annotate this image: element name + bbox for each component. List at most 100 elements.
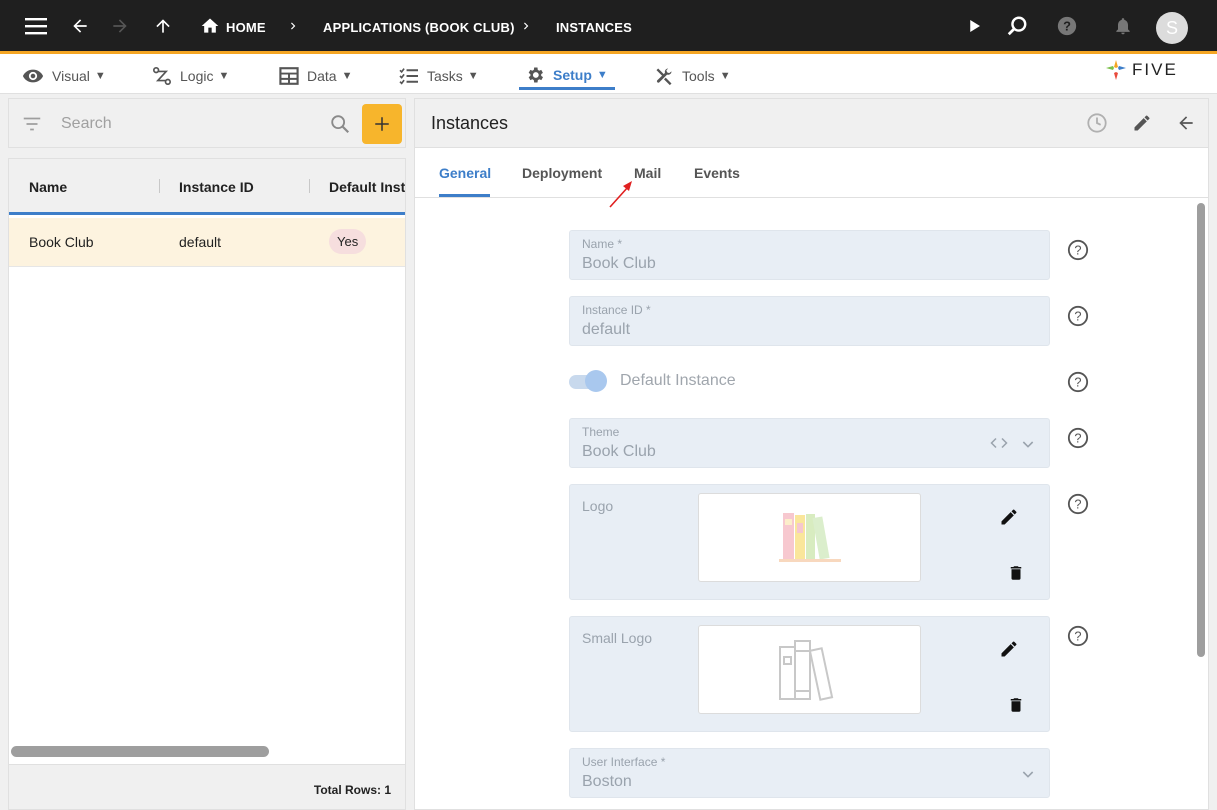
instance-id-field-label: Instance ID * [582,303,651,317]
up-arrow-icon[interactable] [151,14,175,38]
instance-id-field-value: default [582,321,631,338]
user-interface-select[interactable]: User Interface * Boston [569,748,1050,798]
edit-pencil-icon[interactable] [1130,111,1154,135]
toggle-knob[interactable] [585,370,607,392]
search-inspect-icon[interactable] [1005,14,1029,38]
menu-visual[interactable]: Visual ▼ [22,62,106,90]
help-circle-icon[interactable]: ? [1067,427,1089,449]
help-circle-icon[interactable]: ? [1067,239,1089,261]
tools-icon [656,68,672,86]
five-logo: FIVE [1104,58,1178,82]
small-logo-field-label: Small Logo [582,630,653,646]
menu-tasks[interactable]: Tasks ▼ [399,62,479,90]
menu-data-label: Data [307,68,337,84]
total-rows: Total Rows: 1 [313,783,391,797]
svg-text:?: ? [1074,375,1081,390]
svg-text:?: ? [1074,309,1081,324]
table-row[interactable]: Book Club default Yes [9,218,405,267]
play-icon[interactable] [962,14,986,38]
help-circle-icon[interactable]: ? [1067,305,1089,327]
breadcrumb-instances: INSTANCES [556,20,632,35]
breadcrumb-applications[interactable]: APPLICATIONS (BOOK CLUB) [323,20,515,35]
small-logo-image-preview [698,625,921,714]
code-icon[interactable] [990,436,1008,450]
column-header-default-instance[interactable]: Default Instance [329,179,405,195]
small-logo-field: Small Logo [569,616,1050,732]
edit-small-logo-pencil-icon[interactable] [997,637,1021,661]
menu-tools[interactable]: Tools ▼ [654,62,731,90]
help-circle-icon[interactable]: ? [1067,371,1089,393]
plus-icon [375,117,389,131]
table-icon [279,67,299,85]
delete-small-logo-trash-icon[interactable] [1004,693,1028,717]
five-logo-text: FIVE [1132,60,1178,79]
chevron-down-icon[interactable] [1020,766,1036,782]
svg-text:?: ? [1074,243,1081,258]
menu-tools-label: Tools [682,68,715,84]
detail-tabs: General Deployment Mail Events [415,148,1208,198]
menu-setup[interactable]: Setup ▼ [519,62,615,90]
help-circle-icon[interactable]: ? [1067,625,1089,647]
chevron-right-icon [514,14,538,38]
back-arrow-icon[interactable] [1174,111,1198,135]
add-button[interactable] [362,104,402,144]
menu-logic-label: Logic [180,68,214,84]
menu-logic[interactable]: Logic ▼ [152,62,229,90]
tab-deployment[interactable]: Deployment [522,165,602,181]
search-bar [8,98,406,148]
caret-down-icon: ▼ [467,70,479,82]
search-input[interactable] [61,113,321,135]
menu-data[interactable]: Data ▼ [279,62,352,90]
name-field-label: Name * [582,237,623,251]
hamburger-menu-icon[interactable] [24,14,48,38]
logo-field: Logo [569,484,1050,600]
user-interface-field-value: Boston [582,773,632,790]
delete-logo-trash-icon[interactable] [1004,561,1028,585]
tab-mail[interactable]: Mail [634,165,661,181]
main-menu-bar: Visual ▼ Logic ▼ Data ▼ Tasks ▼ Setup ▼ Tools… [0,54,1217,94]
grid-header: Name Instance ID Default Instance [9,159,405,215]
user-interface-field-label: User Interface * [582,755,666,769]
filter-icon[interactable] [21,113,43,140]
theme-field-label: Theme [582,425,620,439]
cell-name: Book Club [29,234,94,250]
notification-bell-icon[interactable] [1111,14,1135,38]
column-separator[interactable] [159,179,160,193]
edit-logo-pencil-icon[interactable] [997,505,1021,529]
svg-text:?: ? [1074,629,1081,644]
default-instance-badge: Yes [329,229,367,254]
back-arrow-icon[interactable] [68,14,92,38]
breadcrumb-home[interactable]: HOME [226,20,266,35]
tab-events[interactable]: Events [694,165,740,181]
tab-general[interactable]: General [439,165,491,181]
history-clock-icon[interactable] [1085,111,1109,135]
svg-text:?: ? [1074,431,1081,446]
grid-footer: Total Rows: 1 [9,764,405,809]
instance-id-field[interactable]: Instance ID * default [569,296,1050,346]
theme-field-value: Book Club [582,443,656,460]
help-icon[interactable]: ? [1055,14,1079,38]
theme-select[interactable]: Theme Book Club [569,418,1050,468]
column-header-instance-id[interactable]: Instance ID [179,179,254,195]
horizontal-scrollbar[interactable] [11,746,269,757]
forward-arrow-icon[interactable] [108,14,132,38]
menu-visual-label: Visual [52,68,90,84]
vertical-scrollbar[interactable] [1197,203,1205,657]
help-circle-icon[interactable]: ? [1067,493,1089,515]
name-field-value: Book Club [582,255,656,272]
logic-icon [153,67,172,86]
detail-header: Instances [415,99,1208,148]
column-header-name[interactable]: Name [29,179,67,195]
cell-instance-id: default [179,234,222,250]
five-logo-icon [1106,60,1126,80]
column-separator[interactable] [309,179,310,193]
search-icon[interactable] [329,113,351,140]
user-avatar[interactable]: S [1156,12,1188,44]
chevron-down-icon[interactable] [1020,436,1036,452]
gear-icon [528,67,543,82]
caret-down-icon: ▼ [341,70,353,82]
page-title: Instances [431,113,509,133]
home-icon[interactable] [198,14,222,38]
name-field[interactable]: Name * Book Club [569,230,1050,280]
caret-down-icon: ▼ [719,70,731,82]
